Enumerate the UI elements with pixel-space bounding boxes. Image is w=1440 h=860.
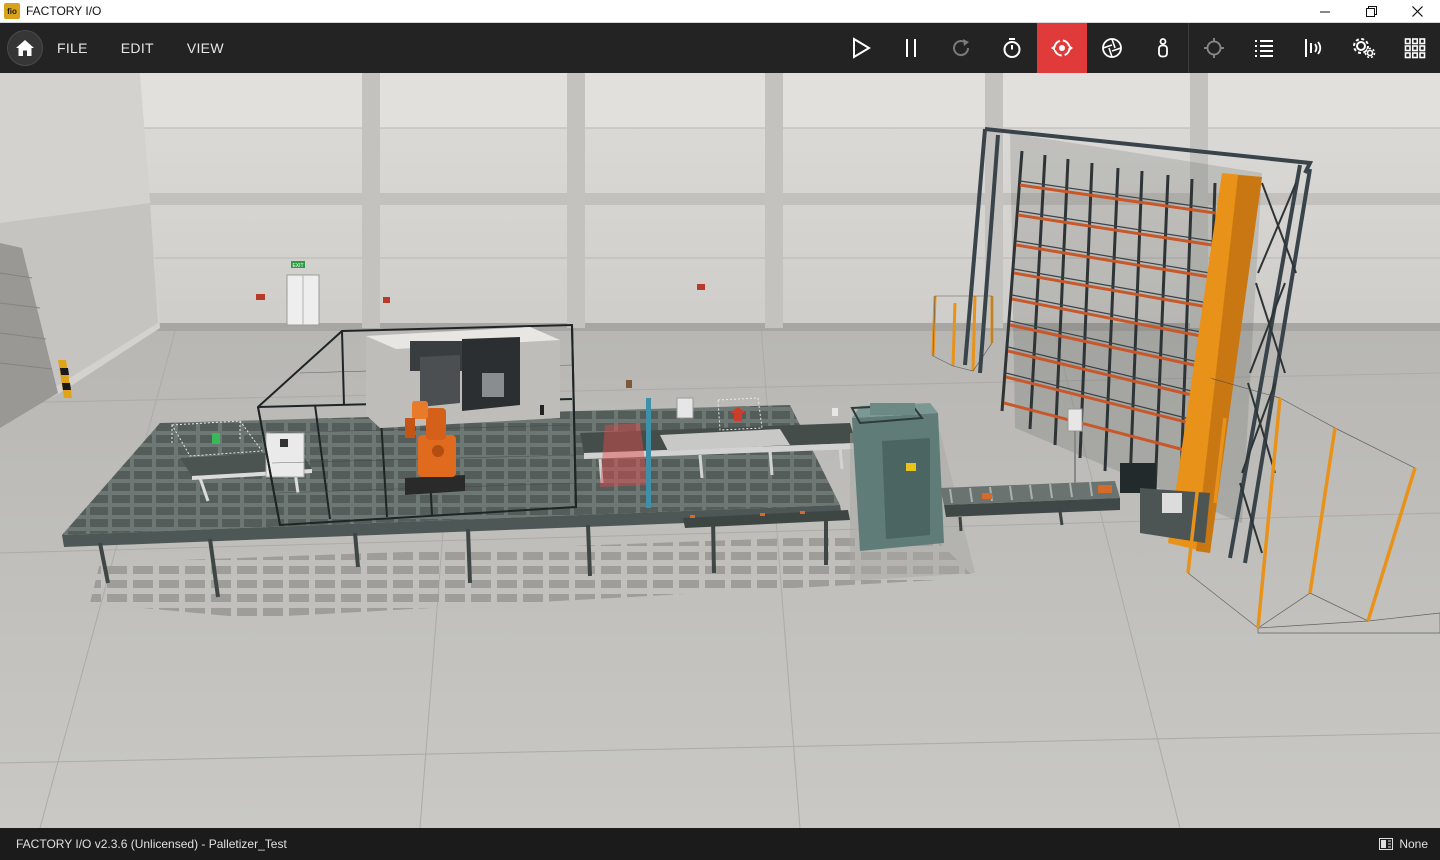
main-toolbar: FILE EDIT VIEW [0, 23, 1440, 73]
svg-text:EXIT: EXIT [292, 263, 303, 269]
play-button[interactable] [835, 23, 885, 73]
main-menu: FILE EDIT VIEW [57, 40, 257, 56]
scene-viewport[interactable]: EXIT [0, 73, 1440, 828]
aperture-icon [1102, 38, 1123, 58]
window-title: FACTORY I/O [26, 4, 102, 18]
home-button[interactable] [7, 30, 43, 66]
driver-icon [1379, 838, 1394, 850]
timer-button[interactable] [986, 23, 1036, 73]
close-button[interactable] [1394, 0, 1440, 23]
app-logo-icon: fio [4, 3, 20, 19]
pause-icon [905, 39, 916, 57]
reset-icon [953, 39, 970, 57]
palette-button[interactable] [1390, 23, 1440, 73]
person-icon [1157, 38, 1168, 58]
driver-settings-button[interactable] [1339, 23, 1389, 73]
stopwatch-icon [1003, 38, 1021, 58]
crosshair-icon [1203, 38, 1224, 58]
gears-icon [1353, 38, 1376, 59]
io-driver-indicator[interactable]: None [1379, 837, 1428, 851]
tags-list-button[interactable] [1238, 23, 1288, 73]
minimize-icon [1319, 11, 1330, 13]
menu-view[interactable]: VIEW [187, 40, 224, 56]
free-camera-button[interactable] [1087, 23, 1137, 73]
probe-button[interactable] [1188, 23, 1238, 73]
home-icon [16, 40, 34, 56]
restore-icon [1365, 6, 1377, 17]
pause-button[interactable] [886, 23, 936, 73]
tool-buttons [835, 23, 1440, 73]
reset-button[interactable] [936, 23, 986, 73]
orbit-camera-icon [1051, 39, 1074, 57]
menu-edit[interactable]: EDIT [121, 40, 154, 56]
status-text: FACTORY I/O v2.3.6 (Unlicensed) - Pallet… [16, 837, 287, 851]
light-curtain-beam [600, 423, 648, 487]
driver-name: None [1399, 837, 1428, 851]
factory-scene: EXIT [0, 73, 1440, 828]
fly-camera-button[interactable] [1036, 23, 1088, 73]
play-icon [852, 37, 871, 59]
sensor-signal-icon [1305, 39, 1322, 57]
close-icon [1411, 6, 1423, 17]
cnc-machine [366, 327, 560, 428]
factory-io-window: fio FACTORY I/O FILE EDIT VIEW EXIT FACT… [0, 0, 1440, 860]
window-controls [1302, 0, 1440, 23]
light-curtain-post [646, 398, 651, 508]
menu-file[interactable]: FILE [57, 40, 88, 56]
status-bar: FACTORY I/O v2.3.6 (Unlicensed) - Pallet… [0, 828, 1440, 860]
window-title-bar: fio FACTORY I/O [0, 0, 1440, 23]
first-person-button[interactable] [1138, 23, 1188, 73]
grid-icon [1404, 38, 1426, 59]
restore-button[interactable] [1348, 0, 1394, 23]
minimize-button[interactable] [1302, 0, 1348, 23]
sensors-button[interactable] [1289, 23, 1339, 73]
list-icon [1254, 40, 1273, 57]
